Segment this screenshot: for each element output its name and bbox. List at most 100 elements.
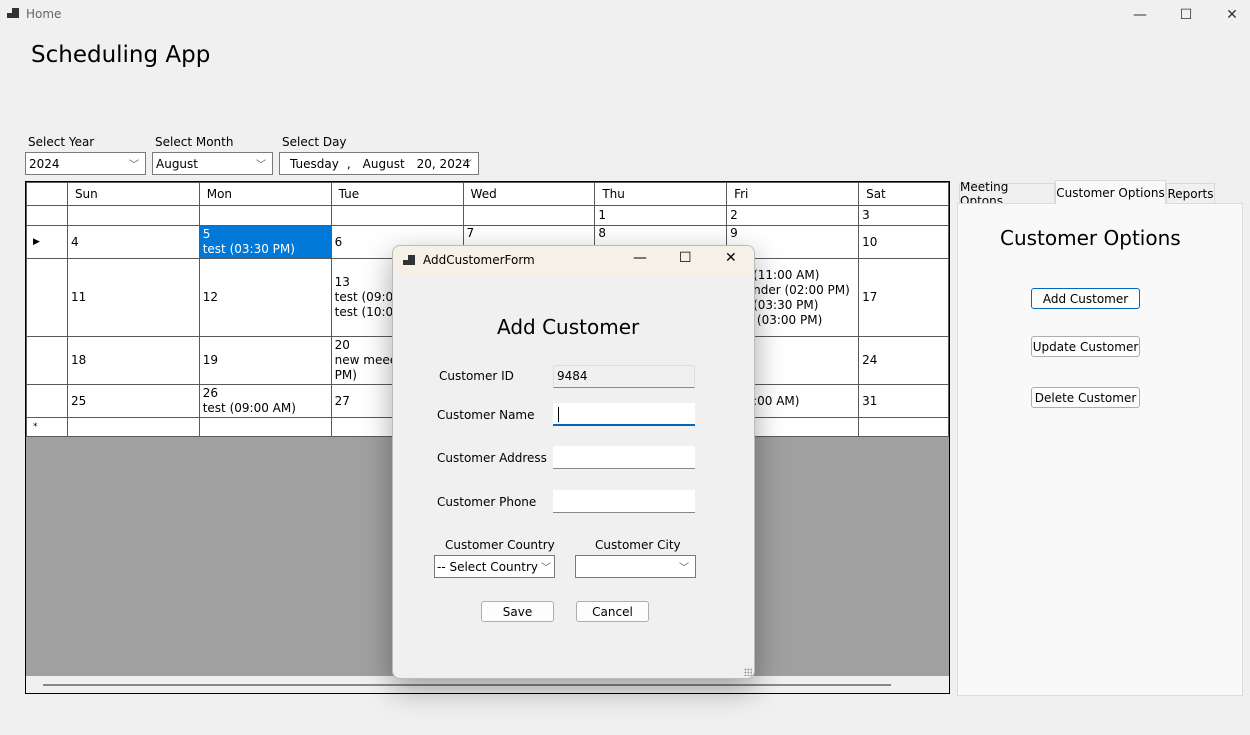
dialog-minimize-button[interactable]: — xyxy=(633,250,647,266)
delete-customer-button[interactable]: Delete Customer xyxy=(1031,387,1140,408)
day-cell[interactable]: 2 xyxy=(726,205,860,226)
tab-reports[interactable]: Reports xyxy=(1166,183,1215,205)
day-cell[interactable] xyxy=(330,205,464,226)
country-value: -- Select Country - xyxy=(437,559,547,574)
day-cell[interactable]: 5 test (03:30 PM) xyxy=(198,225,332,259)
dialog-heading: Add Customer xyxy=(497,315,640,339)
day-cell[interactable]: 26 test (09:00 AM) xyxy=(198,384,332,418)
scrollbar-thumb[interactable] xyxy=(43,684,891,686)
day-cell[interactable]: 11 xyxy=(66,258,200,337)
day-cell[interactable] xyxy=(462,205,596,226)
maximize-button[interactable]: ☐ xyxy=(1163,0,1209,30)
day-cell-text: 25 xyxy=(70,393,87,408)
save-button[interactable]: Save xyxy=(481,601,554,622)
day-cell-text: 4 xyxy=(70,234,79,249)
panel-title: Customer Options xyxy=(1000,226,1181,250)
chevron-down-icon: ﹀ xyxy=(462,160,472,171)
chevron-down-icon: ﹀ xyxy=(541,559,551,574)
day-cell[interactable]: 3 xyxy=(858,205,949,226)
day-cell-text: 19 xyxy=(202,353,218,367)
day-cell[interactable] xyxy=(858,417,949,437)
window-title: Home xyxy=(26,7,62,21)
day-cell-text: 26 test (09:00 AM) xyxy=(202,386,296,415)
add-customer-button[interactable]: Add Customer xyxy=(1031,288,1140,309)
day-month: August xyxy=(362,156,405,171)
row-header[interactable] xyxy=(26,336,68,385)
customer-name-input[interactable] xyxy=(553,403,695,426)
month-label: Select Month xyxy=(155,135,234,149)
corner-header[interactable] xyxy=(26,182,68,206)
day-cell[interactable]: 19 xyxy=(198,336,332,385)
column-header[interactable]: Sun xyxy=(66,182,200,206)
dialog-titlebar: AddCustomerForm — ☐ ✕ xyxy=(393,246,754,276)
day-cell[interactable] xyxy=(66,417,200,437)
day-cell-text: 31 xyxy=(862,393,878,408)
cancel-button[interactable]: Cancel xyxy=(576,601,649,622)
tab-meeting-options[interactable]: Meeting Optons xyxy=(959,180,1055,208)
dialog-maximize-button[interactable]: ☐ xyxy=(679,250,692,266)
chevron-down-icon: ﹀ xyxy=(256,160,266,171)
day-weekday: Tuesday xyxy=(290,156,339,171)
customer-address-label: Customer Address xyxy=(437,451,547,465)
tab-customer-options[interactable]: Customer Options xyxy=(1055,180,1166,204)
month-value: August xyxy=(156,156,198,171)
day-cell-text: 7 xyxy=(466,226,475,241)
window-titlebar: Home — ☐ ✕ xyxy=(0,0,1250,30)
year-label: Select Year xyxy=(28,135,95,149)
customer-phone-input[interactable] xyxy=(553,490,695,513)
day-cell-text: 9 xyxy=(730,226,738,241)
customer-city-select[interactable]: ﹀ xyxy=(575,555,696,578)
day-cell-text: :00 AM) xyxy=(753,393,800,408)
day-cell[interactable]: 24 xyxy=(858,336,949,385)
dialog-title: AddCustomerForm xyxy=(423,253,535,267)
column-header[interactable]: Thu xyxy=(594,182,728,206)
day-label: Select Day xyxy=(282,135,347,149)
add-customer-dialog: AddCustomerForm — ☐ ✕ Add Customer Custo… xyxy=(392,245,755,679)
day-cell[interactable] xyxy=(198,417,332,437)
day-cell[interactable] xyxy=(66,205,200,226)
day-picker[interactable]: Tuesday , August 20, 2024 ﹀ xyxy=(279,152,479,175)
column-header[interactable]: Tue xyxy=(330,182,464,206)
text-cursor xyxy=(558,407,559,422)
customer-id-field: 9484 xyxy=(553,365,695,388)
month-select[interactable]: August ﹀ xyxy=(152,152,273,175)
row-header[interactable]: * xyxy=(26,417,68,437)
customer-options-panel: Customer Options Add Customer Update Cus… xyxy=(957,203,1243,696)
column-header[interactable]: Wed xyxy=(462,182,596,206)
day-cell-text: 11 xyxy=(70,290,87,304)
year-select[interactable]: 2024 ﹀ xyxy=(25,152,146,175)
column-header[interactable]: Sat xyxy=(858,182,949,206)
day-cell[interactable]: 17 xyxy=(858,258,949,337)
row-header[interactable] xyxy=(26,384,68,418)
column-header[interactable]: Mon xyxy=(198,182,332,206)
app-icon xyxy=(7,8,19,20)
day-cell[interactable] xyxy=(198,205,332,226)
close-button[interactable]: ✕ xyxy=(1209,0,1250,30)
day-cell[interactable]: 25 xyxy=(66,384,200,418)
day-cell[interactable]: 10 xyxy=(858,225,949,259)
update-customer-button[interactable]: Update Customer xyxy=(1031,336,1140,357)
dialog-close-button[interactable]: ✕ xyxy=(725,250,737,266)
day-cell[interactable]: 18 xyxy=(66,336,200,385)
day-cell-text: 12 xyxy=(202,290,218,304)
day-cell-text: 2 xyxy=(730,208,738,222)
column-header[interactable]: Fri xyxy=(726,182,860,206)
row-header[interactable] xyxy=(26,205,68,226)
customer-address-input[interactable] xyxy=(553,446,695,469)
day-cell[interactable]: 31 xyxy=(858,384,949,418)
customer-country-select[interactable]: -- Select Country - ﹀ xyxy=(434,555,555,578)
row-header[interactable] xyxy=(26,258,68,337)
customer-country-label: Customer Country xyxy=(445,538,555,552)
row-header[interactable]: ▶ xyxy=(26,225,68,259)
chevron-down-icon: ﹀ xyxy=(679,563,689,574)
day-cell[interactable]: 1 xyxy=(594,205,728,226)
form-icon xyxy=(403,255,415,267)
day-cell-text: 10 xyxy=(862,234,878,249)
day-cell[interactable]: 4 xyxy=(66,225,200,259)
calendar-week-row: 1 2 3 xyxy=(26,205,949,226)
minimize-button[interactable]: — xyxy=(1117,0,1163,30)
customer-city-label: Customer City xyxy=(595,538,681,552)
day-cell-text: 24 xyxy=(862,353,878,367)
resize-grip[interactable] xyxy=(744,668,752,676)
day-cell[interactable]: 12 xyxy=(198,258,332,337)
